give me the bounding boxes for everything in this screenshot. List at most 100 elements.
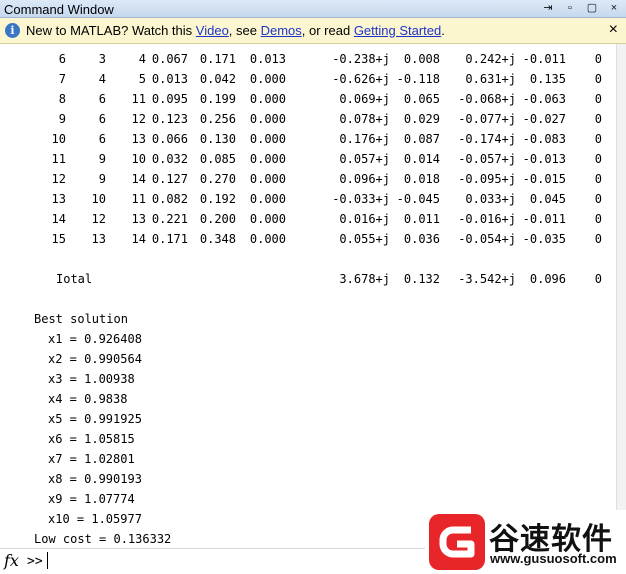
- info-text: New to MATLAB? Watch this Video, see Dem…: [26, 23, 445, 38]
- cell-b: 0.000: [249, 72, 286, 86]
- close-banner-icon[interactable]: ×: [609, 21, 618, 39]
- cell-x: 0.256: [199, 112, 236, 126]
- cell-x: 0.130: [199, 132, 236, 146]
- cell-flow-a: -0.626+j: [332, 72, 390, 86]
- cell-flow-d: -0.011: [522, 52, 566, 66]
- cell-flow-c: 0.033+j: [465, 192, 516, 206]
- cell-flow-a: 0.176+j: [339, 132, 390, 146]
- cell-x: 0.199: [199, 92, 236, 106]
- cell-b: 0.000: [249, 232, 286, 246]
- cell-to: 10: [131, 152, 146, 166]
- cell-flow-b: 0.036: [403, 232, 440, 246]
- cell-idx: 13: [51, 192, 66, 206]
- cell-x: 0.200: [199, 212, 236, 226]
- video-link[interactable]: Video: [196, 23, 229, 38]
- cell-flow-d: -0.027: [522, 112, 566, 126]
- close-window-button[interactable]: ×: [608, 2, 620, 14]
- cell-flow-a: 0.078+j: [339, 112, 390, 126]
- cell-b: 0.000: [249, 212, 286, 226]
- cell-last: 0: [594, 112, 602, 126]
- cell-flow-c: -0.016+j: [458, 212, 516, 226]
- cell-flow-c: -0.057+j: [458, 152, 516, 166]
- watermark: 谷速软件 www.gusuosoft.com: [425, 510, 626, 574]
- cell-flow-b: 0.014: [403, 152, 440, 166]
- cell-to: 4: [138, 52, 146, 66]
- cell-flow-b: 0.065: [403, 92, 440, 106]
- total-a: 3.678+j: [339, 272, 390, 286]
- cell-x: 0.348: [199, 232, 236, 246]
- cell-from: 6: [98, 132, 106, 146]
- cell-to: 11: [131, 92, 146, 106]
- demos-link[interactable]: Demos: [261, 23, 302, 38]
- best-line: x3 = 1.00938: [48, 372, 135, 386]
- cell-r: 0.171: [151, 232, 188, 246]
- cell-idx: 6: [58, 52, 66, 66]
- best-line: x6 = 1.05815: [48, 432, 135, 446]
- cell-b: 0.000: [249, 112, 286, 126]
- low-cost: Low cost = 0.136332: [34, 532, 172, 546]
- best-line-row: x5 = 0.991925: [0, 412, 616, 428]
- window-title: Command Window: [4, 2, 114, 17]
- total-d: 0.096: [529, 272, 566, 286]
- command-window-output: 6 3 4 0.067 0.171 0.013 -0.238+j 0.008 0.242+j -0…: [0, 44, 616, 548]
- cell-b: 0.000: [249, 192, 286, 206]
- cell-to: 11: [131, 192, 146, 206]
- cell-idx: 14: [51, 212, 66, 226]
- cell-flow-b: 0.029: [403, 112, 440, 126]
- best-line-row: x7 = 1.02801: [0, 452, 616, 468]
- best-line-row: x6 = 1.05815: [0, 432, 616, 448]
- total-row: Iotal 3.678+j 0.132 -3.542+j 0.096 0: [0, 272, 616, 288]
- best-line-row: x9 = 1.07774: [0, 492, 616, 508]
- best-line: x1 = 0.926408: [48, 332, 142, 346]
- undock-button[interactable]: ⇥: [542, 2, 554, 14]
- cell-r: 0.013: [151, 72, 188, 86]
- cell-from: 9: [98, 172, 106, 186]
- cell-r: 0.067: [151, 52, 188, 66]
- cell-flow-a: 0.069+j: [339, 92, 390, 106]
- cell-from: 6: [98, 92, 106, 106]
- cell-flow-d: 0.135: [529, 72, 566, 86]
- maximize-button[interactable]: ▢: [586, 2, 598, 14]
- cell-flow-c: -0.077+j: [458, 112, 516, 126]
- cell-r: 0.032: [151, 152, 188, 166]
- info-sep1: , see: [228, 23, 261, 38]
- window-controls: ⇥ ▫ ▢ ×: [542, 2, 620, 14]
- cell-from: 9: [98, 152, 106, 166]
- function-browser-icon[interactable]: fx: [4, 551, 19, 570]
- cell-idx: 10: [51, 132, 66, 146]
- cell-to: 13: [131, 212, 146, 226]
- cell-from: 10: [91, 192, 106, 206]
- table-row: 7 4 5 0.013 0.042 0.000 -0.626+j -0.118 0.631+j 0…: [0, 72, 616, 88]
- cell-flow-b: 0.011: [403, 212, 440, 226]
- cell-last: 0: [594, 192, 602, 206]
- cell-flow-d: -0.011: [522, 212, 566, 226]
- minimize-button[interactable]: ▫: [564, 2, 576, 14]
- cell-r: 0.221: [151, 212, 188, 226]
- table-row: 6 3 4 0.067 0.171 0.013 -0.238+j 0.008 0.242+j -0…: [0, 52, 616, 68]
- brand-url: www.gusuosoft.com: [490, 551, 617, 566]
- vertical-scrollbar[interactable]: [616, 44, 626, 548]
- cell-idx: 15: [51, 232, 66, 246]
- cell-flow-d: -0.063: [522, 92, 566, 106]
- cell-flow-a: -0.033+j: [332, 192, 390, 206]
- cell-b: 0.000: [249, 132, 286, 146]
- cell-from: 6: [98, 112, 106, 126]
- info-banner: i New to MATLAB? Watch this Video, see D…: [0, 18, 626, 44]
- cell-flow-d: -0.035: [522, 232, 566, 246]
- cell-b: 0.000: [249, 152, 286, 166]
- table-row: 9 6 12 0.123 0.256 0.000 0.078+j 0.029 -0.077+j -…: [0, 112, 616, 128]
- cell-to: 12: [131, 112, 146, 126]
- cell-x: 0.171: [199, 52, 236, 66]
- best-heading-row: Best solution: [0, 312, 616, 328]
- cell-flow-b: 0.018: [403, 172, 440, 186]
- info-prefix: New to MATLAB? Watch this: [26, 23, 196, 38]
- best-line: x9 = 1.07774: [48, 492, 135, 506]
- table-row: 13 10 11 0.082 0.192 0.000 -0.033+j -0.045 0.033…: [0, 192, 616, 208]
- cell-flow-c: 0.631+j: [465, 72, 516, 86]
- getting-started-link[interactable]: Getting Started: [354, 23, 441, 38]
- total-c: -3.542+j: [458, 272, 516, 286]
- info-icon: i: [5, 23, 20, 38]
- cell-last: 0: [594, 72, 602, 86]
- cell-flow-c: -0.054+j: [458, 232, 516, 246]
- cell-from: 12: [91, 212, 106, 226]
